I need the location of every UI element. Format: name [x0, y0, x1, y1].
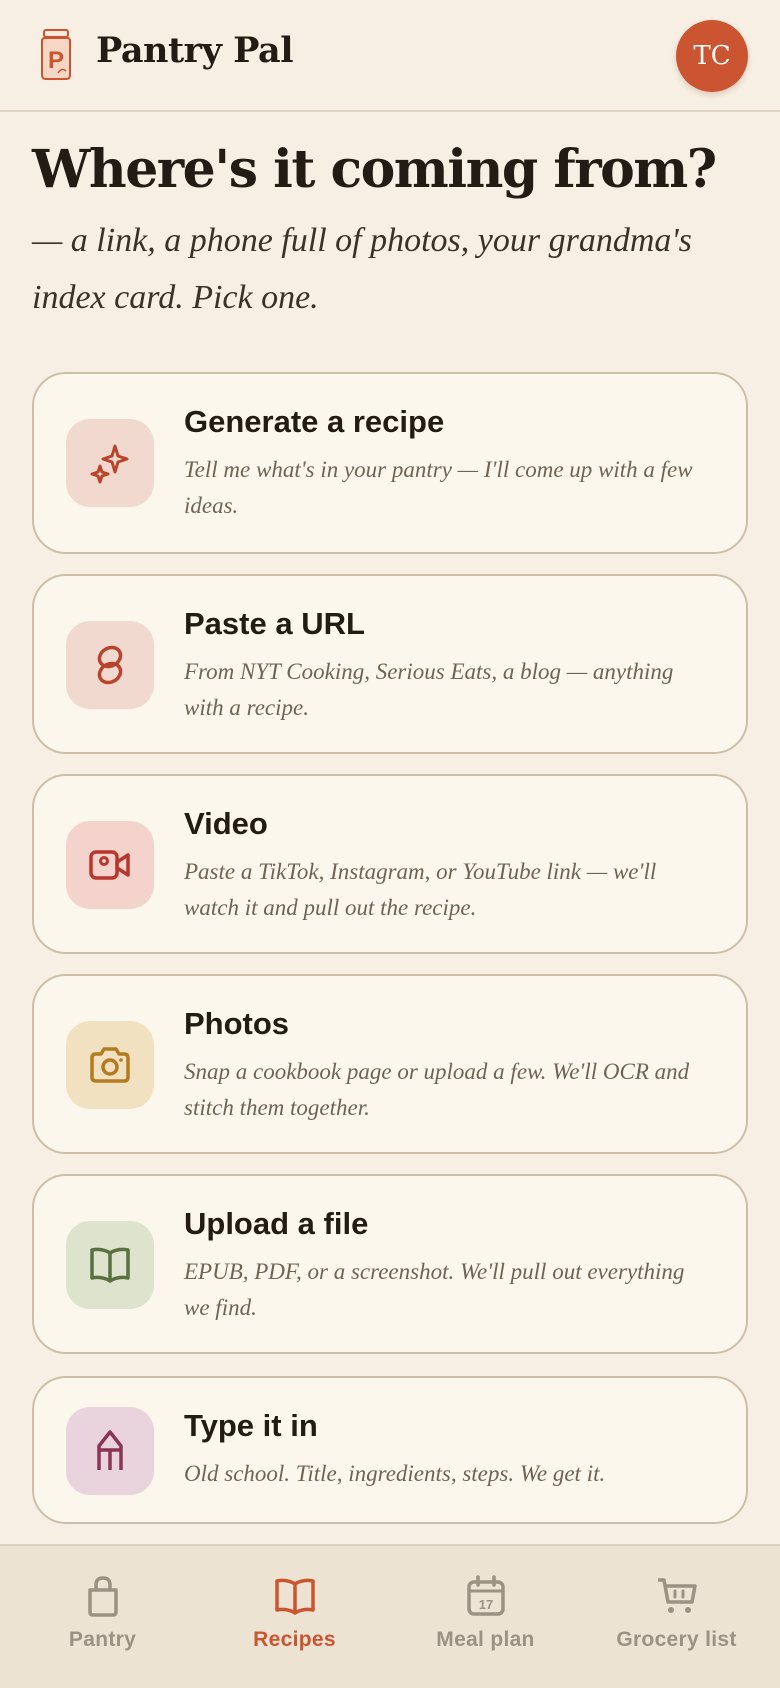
- option-card-paste-url[interactable]: Paste a URL From NYT Cooking, Serious Ea…: [32, 574, 748, 754]
- option-description: Paste a TikTok, Instagram, or YouTube li…: [184, 859, 657, 920]
- sparkle-icon: [90, 444, 129, 484]
- app-header: P Pantry Pal TC: [0, 0, 780, 112]
- nav-label: Pantry: [68, 1628, 137, 1651]
- video-icon: [89, 850, 130, 880]
- app-title: Pantry Pal: [96, 30, 294, 71]
- nav-item-pantry[interactable]: Pantry: [5, 1546, 200, 1688]
- option-card-generate[interactable]: Generate a recipe Tell me what's in your…: [32, 372, 748, 554]
- book-icon-tile: [66, 1221, 154, 1309]
- nav-label: Meal plan: [436, 1628, 535, 1651]
- option-description: Snap a cookbook page or upload a few. We…: [184, 1059, 690, 1120]
- option-card-video[interactable]: Video Paste a TikTok, Instagram, or YouT…: [32, 774, 748, 954]
- link-icon: [97, 645, 123, 685]
- camera-icon-tile: [66, 1021, 154, 1109]
- option-card-upload-file[interactable]: Upload a file EPUB, PDF, or a screenshot…: [32, 1174, 748, 1354]
- book-icon: [90, 1247, 130, 1283]
- bottom-nav: Pantry Recipes 17 Meal plan Grocery list: [0, 1544, 780, 1688]
- option-title: Type it in: [184, 1408, 318, 1443]
- camera-icon: [90, 1047, 130, 1083]
- option-description: Tell me what's in your pantry — I'll com…: [184, 457, 693, 518]
- link-icon-tile: [66, 621, 154, 709]
- option-title: Video: [184, 806, 268, 841]
- cart-icon: [657, 1578, 697, 1613]
- calendar-day: 17: [478, 1597, 492, 1612]
- option-card-photos[interactable]: Photos Snap a cookbook page or upload a …: [32, 974, 748, 1154]
- option-title: Paste a URL: [184, 606, 365, 641]
- page-title: Where's it coming from?: [32, 139, 717, 200]
- pencil-icon-tile: [66, 1407, 154, 1495]
- option-description: Old school. Title, ingredients, steps. W…: [184, 1461, 606, 1486]
- nav-item-recipes[interactable]: Recipes: [197, 1546, 392, 1688]
- calendar-icon: 17: [466, 1575, 505, 1616]
- jar-logo-icon: P: [41, 29, 71, 80]
- book-icon: [274, 1578, 315, 1615]
- option-title: Generate a recipe: [184, 404, 445, 439]
- nav-item-meal-plan[interactable]: 17 Meal plan: [388, 1546, 583, 1688]
- option-description: From NYT Cooking, Serious Eats, a blog —…: [184, 659, 674, 720]
- page-subtitle: — a link, a phone full of photos, your g…: [32, 222, 692, 316]
- video-icon-tile: [66, 821, 154, 909]
- sparkle-icon-tile: [66, 419, 154, 507]
- nav-item-grocery-list[interactable]: Grocery list: [579, 1546, 774, 1688]
- pencil-icon: [97, 1430, 123, 1470]
- nav-label: Recipes: [253, 1628, 336, 1651]
- option-card-type-it-in[interactable]: Type it in Old school. Title, ingredient…: [32, 1376, 748, 1524]
- bag-icon: [87, 1576, 118, 1617]
- user-avatar[interactable]: TC: [676, 20, 748, 92]
- option-title: Upload a file: [184, 1206, 369, 1241]
- option-title: Photos: [184, 1006, 290, 1041]
- nav-label: Grocery list: [616, 1628, 737, 1651]
- option-description: EPUB, PDF, or a screenshot. We'll pull o…: [184, 1259, 685, 1320]
